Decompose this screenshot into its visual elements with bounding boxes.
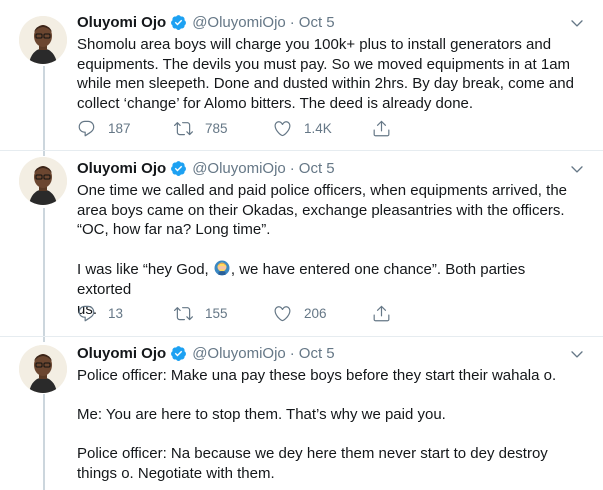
tweet-text-line: Me: You are here to stop them. That’s wh… bbox=[77, 406, 446, 424]
tweet-text-line: things o. Negotiate with them. bbox=[77, 464, 275, 482]
tweet-text-line: Shomolu area boys will charge you 100k+ … bbox=[77, 36, 552, 53]
reply-button[interactable]: 187 bbox=[77, 119, 131, 138]
tweet-actions: 13 155 206 bbox=[77, 304, 407, 324]
like-count: 1.4K bbox=[304, 121, 332, 136]
tweet-actions: 187 785 1.4K bbox=[77, 119, 407, 139]
tweet-header: Oluyomi Ojo @OluyomiOjo · Oct 5 bbox=[77, 158, 335, 178]
man-facepalming-emoji bbox=[214, 260, 230, 276]
separator-dot: · bbox=[289, 344, 295, 362]
tweet-header: Oluyomi Ojo @OluyomiOjo · Oct 5 bbox=[77, 343, 335, 363]
tweet-text-line: equipments. The devils you must pay. So … bbox=[77, 55, 571, 73]
separator-dot: · bbox=[289, 13, 295, 31]
tweet-text-line: One time we called and paid police offic… bbox=[77, 182, 567, 199]
tweet-text-line: Police officer: Make una pay these boys … bbox=[77, 367, 557, 384]
separator-dot: · bbox=[289, 159, 295, 177]
heart-icon bbox=[274, 121, 291, 137]
reply-icon bbox=[78, 305, 95, 322]
author-name[interactable]: Oluyomi Ojo bbox=[77, 160, 166, 177]
author-handle[interactable]: @OluyomiOjo bbox=[192, 345, 286, 362]
tweet-text-line: collect ‘change’ for Alomo bitters. The … bbox=[77, 94, 474, 112]
share-icon bbox=[373, 305, 390, 322]
tweet[interactable]: Oluyomi Ojo @OluyomiOjo · Oct 5 Police o… bbox=[0, 337, 603, 490]
share-button[interactable] bbox=[372, 119, 403, 138]
verified-badge-icon bbox=[171, 14, 187, 30]
tweet-text: One time we called and paid police offic… bbox=[77, 181, 582, 319]
tweet-date[interactable]: Oct 5 bbox=[299, 160, 335, 177]
retweet-count: 155 bbox=[205, 306, 228, 321]
verified-badge-icon bbox=[171, 160, 187, 176]
tweet-header: Oluyomi Ojo @OluyomiOjo · Oct 5 bbox=[77, 12, 335, 32]
retweet-icon bbox=[174, 122, 193, 136]
avatar[interactable] bbox=[19, 16, 67, 64]
retweet-button[interactable]: 155 bbox=[174, 304, 228, 323]
like-button[interactable]: 1.4K bbox=[273, 119, 332, 138]
author-handle[interactable]: @OluyomiOjo bbox=[192, 160, 286, 177]
tweet-text-line: Police officer: Na because we dey here t… bbox=[77, 445, 548, 463]
tweet-text: Shomolu area boys will charge you 100k+ … bbox=[77, 35, 582, 113]
share-button[interactable] bbox=[372, 304, 403, 323]
like-count: 206 bbox=[304, 306, 327, 321]
chevron-down-icon[interactable] bbox=[569, 346, 585, 362]
tweet[interactable]: Oluyomi Ojo @OluyomiOjo · Oct 5 Shomolu … bbox=[0, 0, 603, 150]
tweet-date[interactable]: Oct 5 bbox=[299, 14, 335, 31]
tweet-text-line: area boys came on their Okadas, exchange… bbox=[77, 201, 565, 219]
verified-badge-icon bbox=[171, 345, 187, 361]
tweet-date[interactable]: Oct 5 bbox=[299, 345, 335, 362]
tweet-text-line: I was like “hey God, , we have entered o… bbox=[77, 259, 582, 299]
retweet-count: 785 bbox=[205, 121, 228, 136]
chevron-down-icon[interactable] bbox=[569, 161, 585, 177]
reply-button[interactable]: 13 bbox=[77, 304, 123, 323]
heart-icon bbox=[274, 306, 291, 322]
author-name[interactable]: Oluyomi Ojo bbox=[77, 14, 166, 31]
share-icon bbox=[373, 120, 390, 137]
tweet-text-line: while men sleepeth. Done and dusted with… bbox=[77, 75, 574, 93]
author-name[interactable]: Oluyomi Ojo bbox=[77, 345, 166, 362]
avatar[interactable] bbox=[19, 345, 67, 393]
reply-icon bbox=[78, 120, 95, 137]
tweet-text-segment: I was like “hey God, bbox=[77, 261, 213, 279]
tweet-text-line: “OC, how far na? Long time”. bbox=[77, 221, 271, 239]
retweet-button[interactable]: 785 bbox=[174, 119, 228, 138]
tweet-text: Police officer: Make una pay these boys … bbox=[77, 366, 582, 484]
reply-count: 187 bbox=[108, 121, 131, 136]
avatar[interactable] bbox=[19, 157, 67, 205]
like-button[interactable]: 206 bbox=[273, 304, 327, 323]
tweet-thread: Oluyomi Ojo @OluyomiOjo · Oct 5 Shomolu … bbox=[0, 0, 603, 490]
reply-count: 13 bbox=[108, 306, 124, 321]
chevron-down-icon[interactable] bbox=[569, 15, 585, 31]
retweet-icon bbox=[174, 307, 193, 321]
author-handle[interactable]: @OluyomiOjo bbox=[192, 14, 286, 31]
tweet[interactable]: Oluyomi Ojo @OluyomiOjo · Oct 5 One time… bbox=[0, 151, 603, 336]
